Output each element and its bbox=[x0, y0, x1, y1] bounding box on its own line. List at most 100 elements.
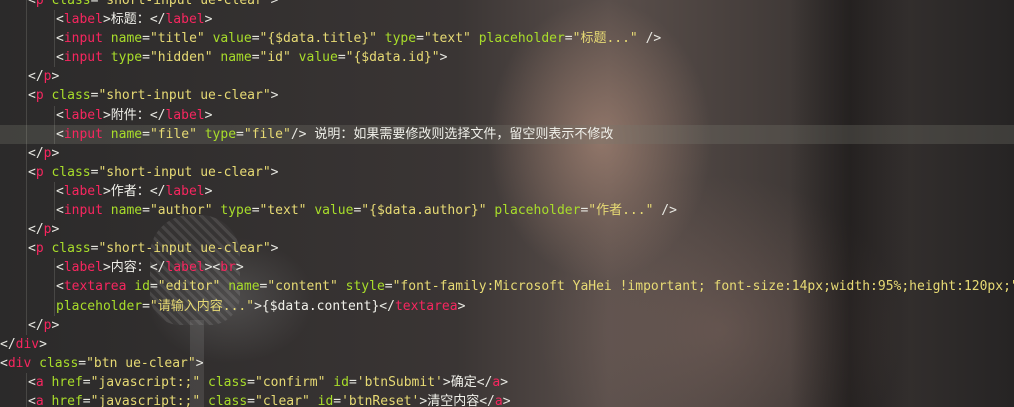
code-line-content: <p class="short-input ue-clear"> bbox=[28, 0, 278, 10]
punctuation: > bbox=[270, 0, 279, 8]
code-line-content: <input name="file" type="file"/> 说明：如果需要… bbox=[56, 125, 613, 144]
code-line[interactable]: <label>标题：</label> bbox=[0, 10, 1014, 30]
punctuation: /> bbox=[290, 126, 315, 142]
punctuation bbox=[338, 279, 346, 294]
tag-name: input bbox=[63, 31, 103, 47]
punctuation: </ bbox=[149, 260, 166, 276]
punctuation: > bbox=[502, 393, 511, 407]
attribute-name: style bbox=[345, 279, 385, 295]
punctuation: > bbox=[51, 222, 60, 238]
code-line[interactable]: </div> bbox=[0, 335, 1014, 354]
code-line[interactable]: </p> bbox=[0, 67, 1014, 87]
attribute-name: name bbox=[110, 31, 143, 47]
punctuation bbox=[103, 127, 111, 142]
indent-guide bbox=[26, 162, 27, 182]
code-line[interactable]: <p class="short-input ue-clear"> bbox=[0, 0, 1014, 11]
punctuation: < bbox=[56, 260, 64, 276]
punctuation: > bbox=[442, 374, 451, 390]
tag-name: p bbox=[35, 0, 44, 8]
attribute-name: href bbox=[51, 393, 83, 407]
code-line-content: </div> bbox=[0, 335, 47, 354]
code-line[interactable]: </p> bbox=[0, 143, 1014, 163]
code-line[interactable]: placeholder="请输入内容...">{$data.content}</… bbox=[0, 296, 1014, 316]
indent-guide bbox=[26, 67, 27, 87]
tag-name: input bbox=[63, 203, 103, 219]
attribute-value: "作者..." bbox=[588, 203, 654, 219]
code-line-content: <textarea id="editor" name="content" sty… bbox=[56, 277, 1014, 296]
attribute-name: class bbox=[208, 374, 248, 390]
indent-guide bbox=[26, 258, 27, 278]
punctuation: > bbox=[102, 183, 111, 199]
attribute-name: name bbox=[220, 50, 252, 66]
code-editor[interactable]: <p class="short-input ue-clear"> <label>标… bbox=[0, 0, 1014, 407]
attribute-name: type bbox=[110, 50, 143, 66]
attribute-name: class bbox=[39, 355, 79, 371]
indent-guide bbox=[54, 29, 55, 49]
punctuation: </ bbox=[28, 222, 44, 238]
punctuation bbox=[31, 356, 39, 371]
indent-guide bbox=[26, 0, 27, 11]
attribute-value: "{$data.id}" bbox=[345, 50, 440, 66]
attribute-name: class bbox=[51, 88, 91, 104]
punctuation: < bbox=[28, 374, 36, 390]
punctuation bbox=[471, 31, 479, 46]
code-line[interactable]: <label>附件：</label> bbox=[0, 105, 1014, 125]
code-area[interactable]: <p class="short-input ue-clear"> <label>标… bbox=[0, 0, 1014, 407]
punctuation: < bbox=[56, 107, 64, 123]
punctuation: > bbox=[204, 183, 213, 199]
tag-name: p bbox=[35, 164, 44, 180]
code-line[interactable]: <a href="javascript:;" class="clear" id=… bbox=[0, 391, 1014, 407]
attribute-name: class bbox=[51, 0, 91, 8]
attribute-value: "title" bbox=[149, 31, 205, 47]
punctuation bbox=[200, 394, 208, 407]
indent-guide bbox=[26, 372, 27, 392]
code-line[interactable]: <input type="hidden" name="id" value="{$… bbox=[0, 48, 1014, 68]
punctuation bbox=[205, 31, 213, 46]
punctuation: = bbox=[142, 203, 150, 219]
attribute-value: "text" bbox=[259, 203, 307, 219]
punctuation: < bbox=[0, 355, 8, 371]
indent-guide bbox=[26, 124, 27, 144]
punctuation: > bbox=[270, 241, 279, 257]
punctuation: > bbox=[457, 298, 466, 314]
text-content: 内容： bbox=[110, 260, 150, 276]
code-line[interactable]: </p> bbox=[0, 220, 1014, 240]
tag-name: label bbox=[165, 260, 205, 276]
code-line[interactable]: <label>作者：</label> bbox=[0, 181, 1014, 202]
attribute-name: value bbox=[298, 50, 338, 66]
attribute-name: href bbox=[51, 374, 83, 390]
punctuation: > bbox=[102, 12, 111, 28]
tag-name: label bbox=[63, 12, 103, 28]
punctuation: > bbox=[254, 298, 262, 314]
code-line[interactable]: <input name="author" type="text" value="… bbox=[0, 201, 1014, 221]
code-line[interactable]: </p> bbox=[0, 315, 1014, 335]
attribute-value: "请输入内容..." bbox=[149, 298, 255, 314]
code-line[interactable]: <p class="short-input ue-clear"> bbox=[0, 86, 1014, 106]
code-line[interactable]: <label>内容：</label><br> bbox=[0, 258, 1014, 278]
tag-name: textarea bbox=[63, 279, 127, 295]
tag-name: textarea bbox=[394, 298, 458, 314]
code-line-content: <input type="hidden" name="id" value="{$… bbox=[56, 48, 447, 67]
attribute-value: "clear" bbox=[255, 393, 310, 407]
attribute-name: type bbox=[204, 126, 237, 142]
punctuation: = bbox=[142, 126, 150, 142]
code-line-content: <input name="title" value="{$data.title}… bbox=[56, 29, 661, 48]
code-line[interactable]: <div class="btn ue-clear"> bbox=[0, 354, 1014, 373]
code-line[interactable]: <p class="short-input ue-clear"> bbox=[0, 239, 1014, 259]
code-line[interactable]: <a href="javascript:;" class="confirm" i… bbox=[0, 372, 1014, 392]
attribute-name: value bbox=[212, 31, 252, 47]
indent-guide bbox=[26, 201, 27, 221]
code-line[interactable]: <input name="title" value="{$data.title}… bbox=[0, 29, 1014, 49]
punctuation: = bbox=[247, 374, 255, 390]
code-line[interactable]: <textarea id="editor" name="content" sty… bbox=[0, 277, 1014, 297]
indent-guide bbox=[54, 10, 55, 30]
code-line[interactable]: <p class="short-input ue-clear"> bbox=[0, 162, 1014, 182]
indent-guide bbox=[26, 143, 27, 163]
punctuation: > bbox=[102, 260, 111, 276]
text-content: {$data.content} bbox=[261, 298, 380, 314]
code-line-current[interactable]: <input name="file" type="file"/> 说明：如果需要… bbox=[0, 124, 1014, 144]
attribute-name: class bbox=[51, 241, 91, 257]
code-line-content: <input name="author" type="text" value="… bbox=[56, 201, 677, 220]
punctuation: </ bbox=[0, 336, 16, 352]
punctuation: > bbox=[195, 355, 204, 371]
